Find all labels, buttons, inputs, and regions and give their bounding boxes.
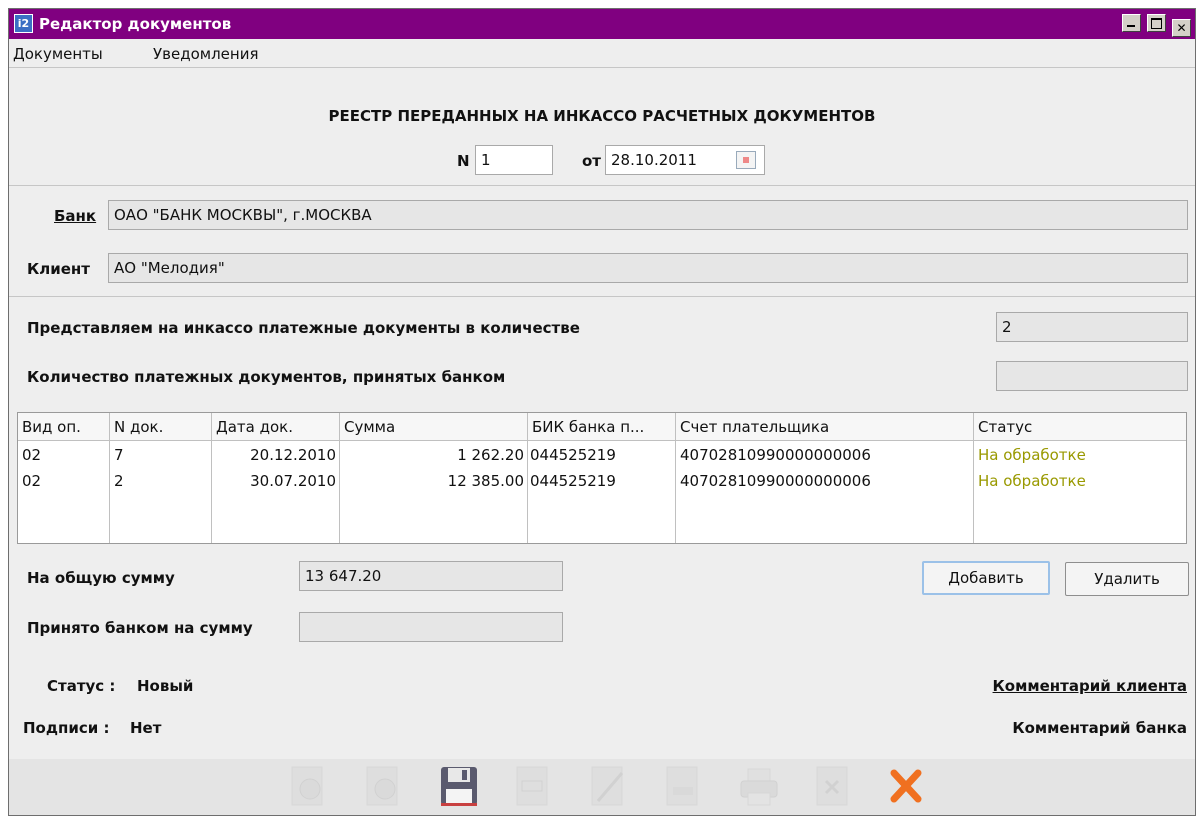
window-title: Редактор документов — [39, 15, 232, 33]
bank-field: ОАО "БАНК МОСКВЫ", г.МОСКВА — [108, 200, 1188, 230]
date-label: от — [582, 152, 601, 170]
verify-icon[interactable] — [363, 765, 405, 809]
close-button[interactable]: ✕ — [1172, 19, 1191, 37]
add-button[interactable]: Добавить — [922, 561, 1050, 595]
documents-table[interactable]: Вид оп. N док. Дата док. Сумма БИК банка… — [17, 412, 1187, 544]
maximize-button[interactable] — [1146, 14, 1166, 32]
cell-bik: 044525219 — [530, 472, 616, 490]
accepted-sum-field — [299, 612, 563, 642]
cell-status: На обработке — [978, 446, 1086, 464]
table-row-empty[interactable] — [18, 495, 1186, 520]
number-label: N — [457, 152, 470, 170]
menu-documents[interactable]: Документы — [13, 45, 103, 63]
close-icon[interactable] — [888, 765, 930, 809]
column-header-doc-date[interactable]: Дата док. — [212, 413, 340, 441]
client-field: АО "Мелодия" — [108, 253, 1188, 283]
total-field: 13 647.20 — [299, 561, 563, 591]
cell-amount: 1 262.20 — [457, 446, 524, 464]
cell-account: 40702810990000000006 — [680, 472, 871, 490]
presented-count-label: Представляем на инкассо платежные докуме… — [27, 319, 580, 337]
date-value: 28.10.2011 — [611, 151, 697, 169]
client-comment-link[interactable]: Комментарий клиента — [993, 677, 1187, 695]
accepted-count-field — [996, 361, 1188, 391]
cell-account: 40702810990000000006 — [680, 446, 871, 464]
window-controls: ✕ — [1121, 14, 1191, 37]
text-doc-icon[interactable] — [513, 765, 555, 809]
cell-amount: 12 385.00 — [447, 472, 524, 490]
cell-op-type: 02 — [22, 446, 42, 464]
column-header-account[interactable]: Счет плательщика — [676, 413, 974, 441]
number-input[interactable]: 1 — [475, 145, 553, 175]
page-title: РЕЕСТР ПЕРЕДАННЫХ НА ИНКАССО РАСЧЕТНЫХ Д… — [328, 107, 876, 125]
signatures-value: Нет — [130, 719, 162, 737]
client-label: Клиент — [27, 260, 90, 278]
cell-op-type: 02 — [22, 472, 42, 490]
save-icon[interactable] — [438, 765, 480, 809]
minimize-button[interactable] — [1121, 14, 1141, 32]
document-editor-window: i2 Редактор документов ✕ Документы Уведо… — [8, 8, 1196, 816]
accepted-sum-label: Принято банком на сумму — [27, 619, 253, 637]
cell-bik: 044525219 — [530, 446, 616, 464]
bank-comment-link[interactable]: Комментарий банка — [1012, 719, 1187, 737]
print-icon[interactable] — [738, 765, 780, 809]
column-header-doc-number[interactable]: N док. — [110, 413, 212, 441]
cell-doc-number: 7 — [114, 446, 124, 464]
bottom-toolbar — [9, 759, 1195, 815]
title-bar[interactable]: i2 Редактор документов ✕ — [9, 9, 1195, 39]
menu-notifications[interactable]: Уведомления — [153, 45, 258, 63]
column-header-bik[interactable]: БИК банка п... — [528, 413, 676, 441]
calendar-icon[interactable] — [736, 151, 756, 169]
edit-icon[interactable] — [588, 765, 630, 809]
delete-doc-icon[interactable] — [813, 765, 855, 809]
menu-bar: Документы Уведомления — [9, 39, 1195, 67]
status-label: Статус : — [47, 677, 116, 695]
cell-doc-date: 30.07.2010 — [250, 472, 336, 490]
delete-button[interactable]: Удалить — [1065, 562, 1189, 596]
status-value: Новый — [137, 677, 194, 695]
cell-doc-date: 20.12.2010 — [250, 446, 336, 464]
accepted-count-label: Количество платежных документов, приняты… — [27, 368, 506, 386]
signatures-label: Подписи : — [23, 719, 110, 737]
cell-doc-number: 2 — [114, 472, 124, 490]
copy-icon[interactable] — [663, 765, 705, 809]
cell-status: На обработке — [978, 472, 1086, 490]
bank-link[interactable]: Банк — [54, 207, 96, 225]
presented-count-field: 2 — [996, 312, 1188, 342]
app-icon: i2 — [14, 14, 33, 33]
column-header-amount[interactable]: Сумма — [340, 413, 528, 441]
column-header-status[interactable]: Статус — [974, 413, 1186, 441]
sign-icon[interactable] — [288, 765, 330, 809]
column-header-op-type[interactable]: Вид оп. — [18, 413, 110, 441]
total-label: На общую сумму — [27, 569, 175, 587]
